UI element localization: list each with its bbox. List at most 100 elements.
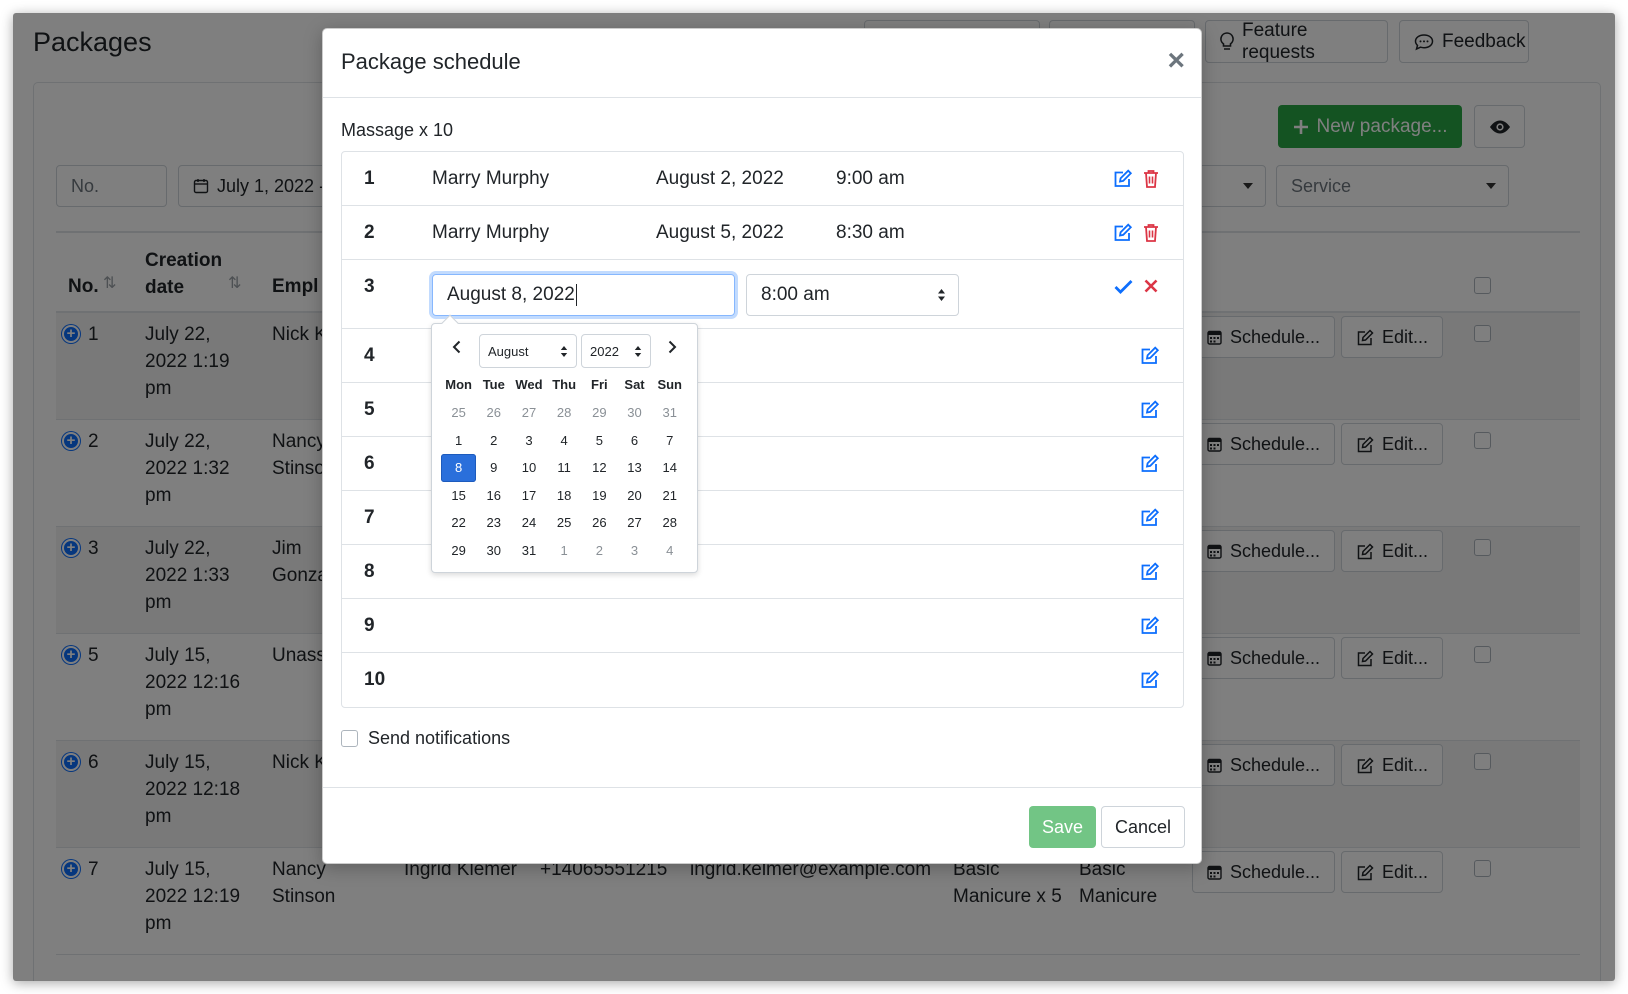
calendar-day[interactable]: 25 bbox=[547, 509, 582, 537]
session-number: 3 bbox=[364, 276, 375, 297]
calendar-day[interactable]: 28 bbox=[547, 399, 582, 427]
month-select[interactable]: August bbox=[479, 334, 577, 368]
calendar-week: 29 30 31 1 2 3 4 bbox=[441, 537, 691, 565]
session-date: August 5, 2022 bbox=[656, 222, 784, 243]
send-notifications-checkbox[interactable]: Send notifications bbox=[341, 728, 510, 749]
close-icon[interactable]: × bbox=[1167, 46, 1185, 76]
select-arrows-icon bbox=[560, 345, 568, 358]
calendar-day[interactable]: 31 bbox=[511, 537, 546, 565]
calendar-day[interactable]: 1 bbox=[441, 427, 476, 455]
session-number: 6 bbox=[364, 453, 375, 474]
calendar-day[interactable]: 24 bbox=[511, 509, 546, 537]
edit-icon[interactable] bbox=[1113, 223, 1133, 242]
edit-icon[interactable] bbox=[1113, 169, 1133, 188]
calendar-day[interactable]: 3 bbox=[617, 537, 652, 565]
session-date-input[interactable]: August 8, 2022 bbox=[432, 274, 735, 316]
calendar-day[interactable]: 12 bbox=[582, 454, 617, 482]
calendar-day[interactable]: 30 bbox=[476, 537, 511, 565]
confirm-check-icon[interactable] bbox=[1114, 279, 1133, 294]
select-arrows-icon bbox=[634, 345, 642, 358]
calendar-day[interactable]: 2 bbox=[582, 537, 617, 565]
calendar-grid: Mon Tue Wed Thu Fri Sat Sun 25 26 27 28 … bbox=[441, 375, 691, 564]
calendar-day[interactable]: 18 bbox=[547, 482, 582, 510]
calendar-day[interactable]: 13 bbox=[617, 454, 652, 482]
calendar-week: 15 16 17 18 19 20 21 bbox=[441, 482, 691, 510]
edit-icon[interactable] bbox=[1140, 400, 1160, 419]
calendar-day[interactable]: 3 bbox=[511, 427, 546, 455]
calendar-day[interactable]: 9 bbox=[476, 454, 511, 482]
calendar-day[interactable]: 10 bbox=[511, 454, 546, 482]
calendar-day[interactable]: 2 bbox=[476, 427, 511, 455]
next-month-icon[interactable] bbox=[668, 340, 677, 354]
calendar-day[interactable]: 27 bbox=[511, 399, 546, 427]
edit-icon[interactable] bbox=[1140, 616, 1160, 635]
modal-header: Package schedule × bbox=[323, 29, 1201, 98]
calendar-week: 25 26 27 28 29 30 31 bbox=[441, 399, 691, 427]
previous-month-icon[interactable] bbox=[452, 340, 461, 354]
month-select-value: August bbox=[488, 343, 529, 359]
calendar-day[interactable]: 11 bbox=[547, 454, 582, 482]
year-select[interactable]: 2022 bbox=[581, 334, 651, 368]
weekday-label: Sun bbox=[657, 377, 682, 392]
calendar-day[interactable]: 4 bbox=[652, 537, 687, 565]
weekday-label: Wed bbox=[515, 377, 543, 392]
time-select-value: 8:00 am bbox=[761, 284, 830, 305]
session-employee: Marry Murphy bbox=[432, 222, 550, 243]
calendar-week: 8 9 10 11 12 13 14 bbox=[441, 454, 691, 482]
edit-icon[interactable] bbox=[1140, 346, 1160, 365]
calendar-day[interactable]: 30 bbox=[617, 399, 652, 427]
calendar-day[interactable]: 25 bbox=[441, 399, 476, 427]
session-number: 9 bbox=[364, 615, 375, 636]
date-input-value: August 8, 2022 bbox=[447, 284, 575, 305]
session-row-editing: 3 August 8, 2022 8:00 am bbox=[342, 260, 1183, 329]
session-time: 9:00 am bbox=[836, 168, 905, 189]
edit-icon[interactable] bbox=[1140, 454, 1160, 473]
calendar-day[interactable]: 28 bbox=[652, 509, 687, 537]
edit-icon[interactable] bbox=[1140, 562, 1160, 581]
package-name: Massage x 10 bbox=[341, 120, 454, 140]
weekday-label: Mon bbox=[445, 377, 472, 392]
calendar-day[interactable]: 22 bbox=[441, 509, 476, 537]
calendar-day-selected[interactable]: 8 bbox=[441, 454, 477, 482]
session-row: 1 Marry Murphy August 2, 2022 9:00 am bbox=[342, 152, 1183, 206]
checkbox-box[interactable] bbox=[341, 730, 358, 747]
weekday-header: Mon Tue Wed Thu Fri Sat Sun bbox=[441, 375, 691, 395]
calendar-day[interactable]: 1 bbox=[547, 537, 582, 565]
trash-icon[interactable] bbox=[1143, 169, 1159, 188]
session-row: 10 bbox=[342, 653, 1183, 708]
calendar-day[interactable]: 29 bbox=[441, 537, 476, 565]
calendar-day[interactable]: 5 bbox=[582, 427, 617, 455]
calendar-day[interactable]: 7 bbox=[652, 427, 687, 455]
calendar-day[interactable]: 27 bbox=[617, 509, 652, 537]
calendar-day[interactable]: 14 bbox=[652, 454, 687, 482]
cancel-button[interactable]: Cancel bbox=[1101, 806, 1185, 848]
calendar-day[interactable]: 21 bbox=[652, 482, 687, 510]
calendar-week: 22 23 24 25 26 27 28 bbox=[441, 509, 691, 537]
session-time-select[interactable]: 8:00 am bbox=[746, 274, 959, 316]
calendar-day[interactable]: 26 bbox=[476, 399, 511, 427]
calendar-day[interactable]: 19 bbox=[582, 482, 617, 510]
weekday-label: Fri bbox=[591, 377, 608, 392]
edit-icon[interactable] bbox=[1140, 508, 1160, 527]
session-number: 1 bbox=[364, 168, 375, 189]
save-button[interactable]: Save bbox=[1029, 806, 1096, 848]
session-number: 7 bbox=[364, 507, 375, 528]
calendar-day[interactable]: 16 bbox=[476, 482, 511, 510]
calendar-day[interactable]: 15 bbox=[441, 482, 476, 510]
trash-icon[interactable] bbox=[1143, 223, 1159, 242]
calendar-day[interactable]: 26 bbox=[582, 509, 617, 537]
send-notifications-label: Send notifications bbox=[368, 728, 511, 748]
calendar-day[interactable]: 31 bbox=[652, 399, 687, 427]
session-number: 2 bbox=[364, 222, 375, 243]
edit-icon[interactable] bbox=[1140, 670, 1160, 689]
calendar-day[interactable]: 20 bbox=[617, 482, 652, 510]
cancel-x-icon[interactable] bbox=[1144, 279, 1158, 293]
calendar-day[interactable]: 6 bbox=[617, 427, 652, 455]
session-date: August 2, 2022 bbox=[656, 168, 784, 189]
calendar-day[interactable]: 23 bbox=[476, 509, 511, 537]
calendar-day[interactable]: 29 bbox=[582, 399, 617, 427]
weekday-label: Thu bbox=[552, 377, 577, 392]
calendar-day[interactable]: 4 bbox=[547, 427, 582, 455]
calendar-day[interactable]: 17 bbox=[511, 482, 546, 510]
modal-title: Package schedule bbox=[341, 49, 521, 74]
